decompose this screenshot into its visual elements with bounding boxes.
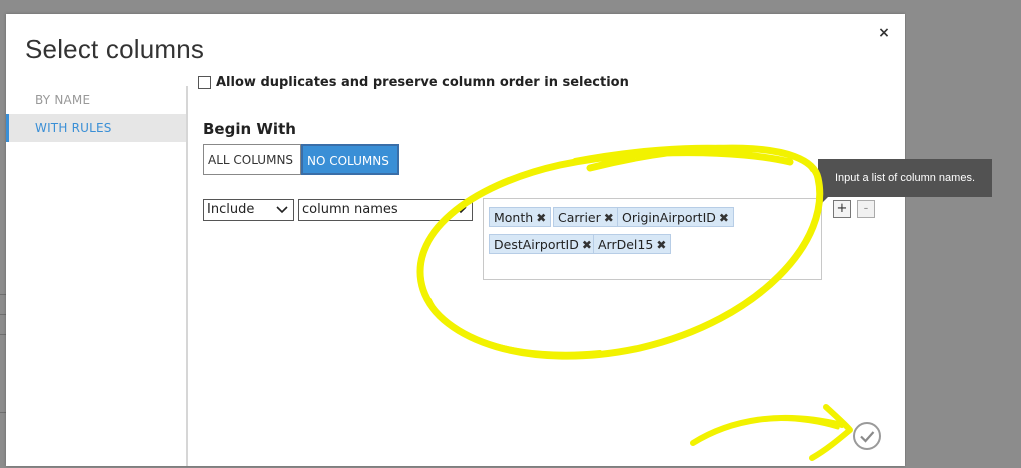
column-tag: OriginAirportID ✖ — [617, 207, 734, 227]
column-tag-label: ArrDel15 — [598, 237, 654, 252]
rule-mode-select[interactable]: column names — [298, 199, 473, 221]
remove-tag-icon[interactable]: ✖ — [719, 211, 729, 225]
side-divider — [186, 86, 188, 466]
rule-action-select[interactable]: Include — [203, 199, 294, 221]
allow-duplicates-label: Allow duplicates and preserve column ord… — [216, 75, 629, 90]
dialog-title: Select columns — [25, 34, 205, 64]
column-tag: DestAirportID ✖ — [489, 234, 597, 254]
side-nav: BY NAME WITH RULES — [6, 86, 186, 142]
begin-with-toggle: ALL COLUMNS NO COLUMNS — [203, 144, 399, 175]
backdrop-right — [906, 0, 1021, 468]
column-names-input[interactable]: Month ✖ Carrier ✖ OriginAirportID ✖ DestAir… — [483, 198, 822, 280]
remove-tag-icon[interactable]: ✖ — [656, 238, 666, 252]
add-rule-button[interactable]: + — [833, 200, 851, 218]
remove-rule-button[interactable]: - — [857, 200, 875, 218]
begin-with-label: Begin With — [203, 120, 296, 138]
all-columns-button[interactable]: ALL COLUMNS — [203, 144, 301, 175]
rule-action-value: Include — [207, 202, 255, 217]
ok-button[interactable] — [853, 422, 881, 450]
no-columns-button[interactable]: NO COLUMNS — [301, 144, 399, 175]
tooltip-tail — [819, 197, 828, 206]
remove-tag-icon[interactable]: ✖ — [604, 211, 614, 225]
close-icon[interactable]: × — [877, 26, 891, 40]
allow-duplicates-row: Allow duplicates and preserve column ord… — [198, 75, 629, 90]
checkmark-icon — [860, 431, 875, 443]
column-tag: Month ✖ — [489, 207, 552, 227]
column-tag-label: Carrier — [558, 210, 601, 225]
column-tag-label: DestAirportID — [494, 237, 579, 252]
rule-mode-value: column names — [302, 202, 398, 217]
allow-duplicates-checkbox[interactable] — [198, 76, 211, 89]
column-tag: Carrier ✖ — [553, 207, 619, 227]
remove-tag-icon[interactable]: ✖ — [536, 211, 546, 225]
column-tag-label: Month — [494, 210, 534, 225]
chevron-down-icon — [276, 200, 290, 220]
column-tag: ArrDel15 ✖ — [593, 234, 672, 254]
side-nav-item-by-name[interactable]: BY NAME — [6, 86, 186, 114]
remove-tag-icon[interactable]: ✖ — [582, 238, 592, 252]
side-nav-item-with-rules[interactable]: WITH RULES — [6, 114, 186, 142]
tooltip: Input a list of column names. — [818, 159, 992, 197]
chevron-down-icon — [455, 200, 469, 220]
column-tag-label: OriginAirportID — [622, 210, 716, 225]
